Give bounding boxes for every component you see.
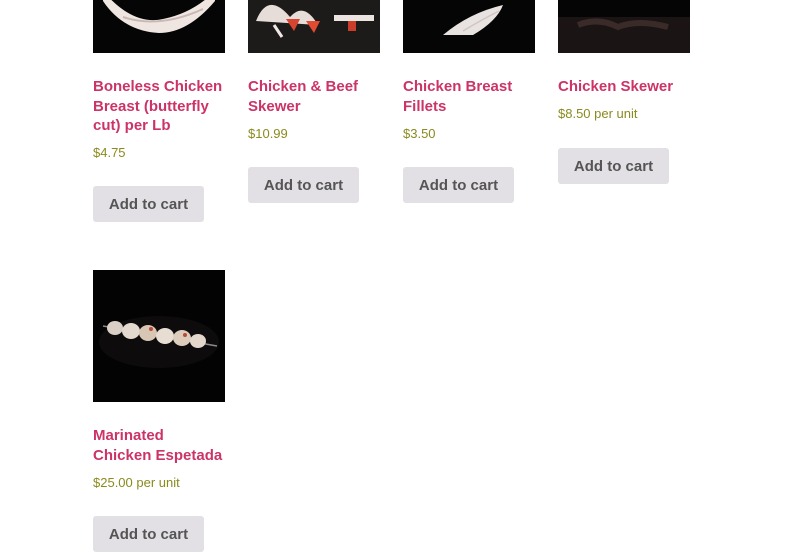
product-price: $25.00 per unit xyxy=(93,474,180,492)
price-amount: $25.00 xyxy=(93,475,133,490)
product-title-link[interactable]: Chicken Breast Fillets xyxy=(403,77,535,116)
price-unit: per unit xyxy=(132,475,180,490)
add-to-cart-button[interactable]: Add to cart xyxy=(558,148,669,184)
price-amount: $3.50 xyxy=(403,126,436,141)
price-unit: per unit xyxy=(590,106,638,121)
add-to-cart-button[interactable]: Add to cart xyxy=(93,516,204,552)
product-card: Chicken Breast Fillets $3.50 Add to cart xyxy=(403,0,535,203)
product-image xyxy=(93,270,225,402)
product-price: $4.75 xyxy=(93,144,126,162)
product-title-link[interactable]: Marinated Chicken Espetada xyxy=(93,426,225,465)
product-image-link[interactable] xyxy=(93,0,225,53)
product-card: Chicken Skewer $8.50 per unit Add to car… xyxy=(558,0,690,184)
product-image-link[interactable] xyxy=(93,270,225,402)
product-price: $10.99 xyxy=(248,125,288,143)
price-amount: $8.50 xyxy=(558,106,591,121)
product-image xyxy=(248,0,380,53)
product-card: Chicken & Beef Skewer $10.99 Add to cart xyxy=(248,0,380,203)
product-image-link[interactable] xyxy=(248,0,380,53)
product-image xyxy=(403,0,535,53)
add-to-cart-button[interactable]: Add to cart xyxy=(93,186,204,222)
product-card: Boneless Chicken Breast (butterfly cut) … xyxy=(93,0,225,222)
product-image xyxy=(558,0,690,53)
product-image-link[interactable] xyxy=(403,0,535,53)
product-price: $3.50 xyxy=(403,125,436,143)
product-title-link[interactable]: Chicken Skewer xyxy=(558,77,690,97)
price-amount: $10.99 xyxy=(248,126,288,141)
add-to-cart-button[interactable]: Add to cart xyxy=(248,167,359,203)
product-title-link[interactable]: Boneless Chicken Breast (butterfly cut) … xyxy=(93,77,225,136)
product-image-link[interactable] xyxy=(558,0,690,53)
product-price: $8.50 per unit xyxy=(558,105,638,123)
product-title-link[interactable]: Chicken & Beef Skewer xyxy=(248,77,380,116)
add-to-cart-button[interactable]: Add to cart xyxy=(403,167,514,203)
price-amount: $4.75 xyxy=(93,145,126,160)
product-image xyxy=(93,0,225,53)
product-card: Marinated Chicken Espetada $25.00 per un… xyxy=(93,270,225,552)
